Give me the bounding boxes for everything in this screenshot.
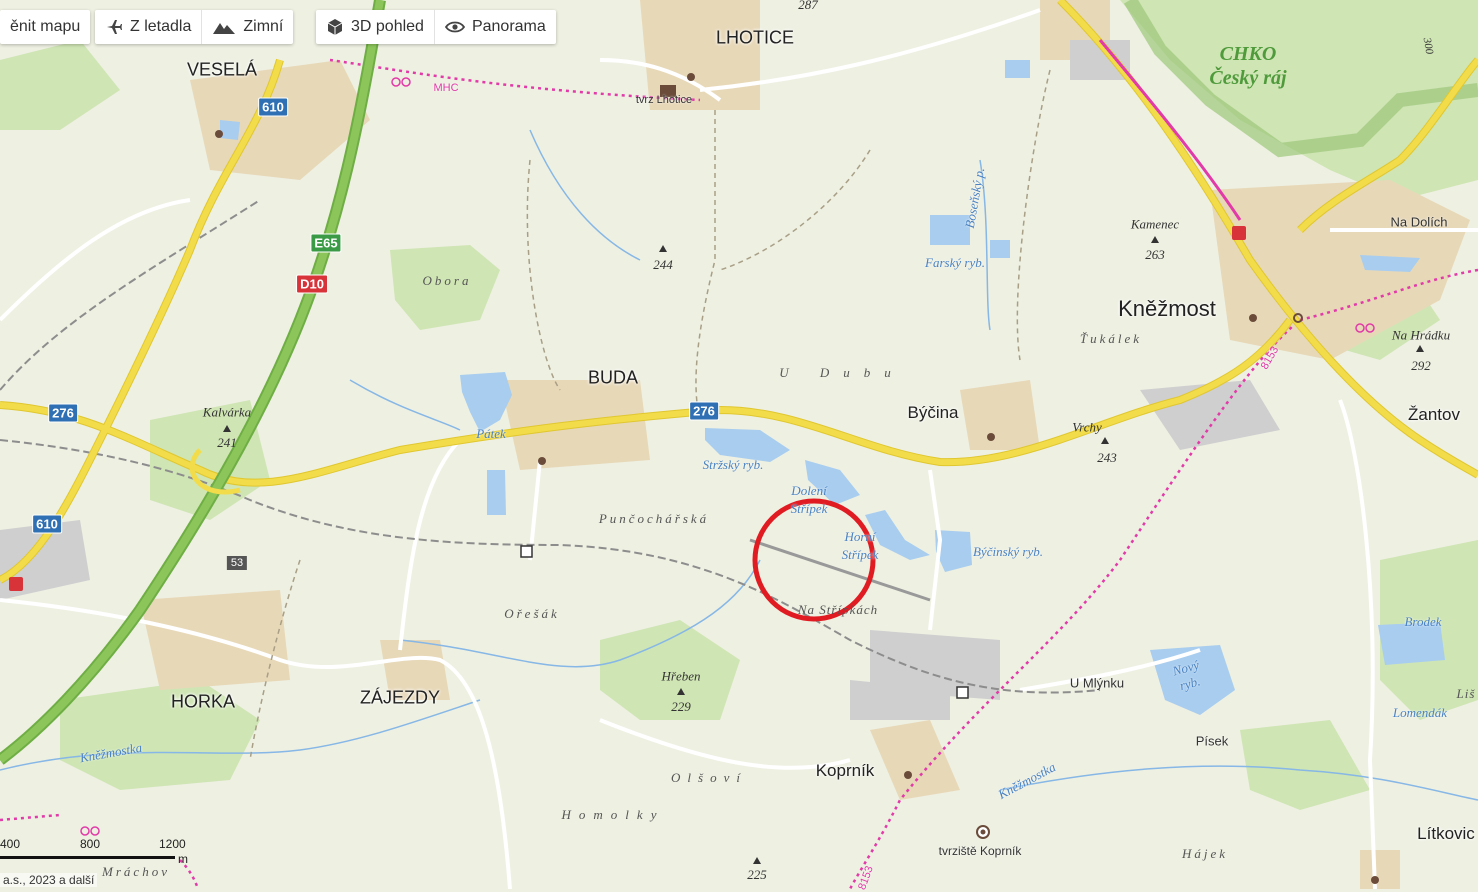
scale-1200: 1200 <box>159 837 186 851</box>
castle-site-dot <box>980 829 986 835</box>
place-knezmost: Kněžmost <box>1118 296 1216 321</box>
water-patek: Pátek <box>476 426 506 441</box>
elevation-244: 244 <box>653 257 673 272</box>
3d-view-button[interactable]: 3D pohled <box>316 10 435 44</box>
area-hajek: Hájek <box>1181 846 1229 861</box>
peak-na-hradku: Na Hrádku <box>1391 327 1451 343</box>
peak-vrchy: Vrchy <box>1072 419 1102 435</box>
railway-crossing-53: 53 <box>226 556 248 570</box>
peak-kalvarka: Kalvárka <box>202 404 252 420</box>
place-buda: BUDA <box>587 367 639 388</box>
place-litkovice: Lítkovic <box>1417 824 1475 843</box>
road-shield-276: 276 <box>48 403 78 423</box>
elevation-225: 225 <box>747 867 767 882</box>
area-puncocharska: Punčochářská <box>598 511 710 526</box>
view-toolbar: 3D pohled Panorama <box>316 10 556 44</box>
scale-800: 800 <box>80 837 101 851</box>
place-lhotice: LHOTICE <box>715 27 795 48</box>
winter-button[interactable]: Zimní <box>202 10 293 44</box>
contour-300: 300 <box>1420 36 1436 56</box>
peak-hreben: Hřeben <box>661 668 701 684</box>
elevation-kamenec: 263 <box>1145 247 1165 262</box>
water-doleni-line2: Střípek <box>790 501 828 516</box>
place-pisek: Písek <box>1195 733 1229 749</box>
airplane-icon <box>107 20 122 34</box>
water-brodek: Brodek <box>1404 614 1442 629</box>
water-farsky: Farský ryb. <box>925 255 985 270</box>
scale-unit: m <box>178 852 188 866</box>
panorama-label: Panorama <box>471 18 546 35</box>
poi-mhc[interactable]: MHC <box>433 82 458 94</box>
water-horni-line2: Střípek <box>841 547 879 562</box>
water-lomendak: Lomendák <box>1392 705 1448 720</box>
poi-tvrziste-koprnik[interactable]: tvrziště Koprník <box>939 844 1022 858</box>
map-layer-toolbar: Z letadla Zimní <box>95 10 294 44</box>
road-shield-e65: E65 <box>310 233 342 253</box>
crossing-marker <box>520 545 533 558</box>
map-type-toolbar-left: ěnit mapu <box>0 10 91 44</box>
place-bycina: Býčina <box>907 403 959 422</box>
place-horka: HORKA <box>170 691 236 712</box>
elevation-kalvarka: 241 <box>217 435 237 450</box>
water-strzsky: Stržský ryb. <box>702 457 764 472</box>
water-doleni-line1: Dolení <box>791 483 827 498</box>
area-oresak: Ořešák <box>504 606 560 621</box>
chko-line1: CHKO <box>1219 43 1277 65</box>
panorama-button[interactable]: Panorama <box>435 10 556 44</box>
water-horni-line1: Horní <box>844 529 876 544</box>
area-u-dubu: U Dubu <box>779 365 905 380</box>
area-tukalek: Ťukálek <box>1079 331 1143 346</box>
place-u-mlynku: U Mlýnku <box>1069 675 1125 691</box>
3d-view-label: 3D pohled <box>351 18 424 35</box>
place-na-dolich: Na Dolích <box>1390 214 1448 230</box>
water-horni-stripek: Horní Střípek <box>842 528 879 564</box>
area-homolky: Homolky <box>561 807 665 822</box>
aerial-button[interactable]: Z letadla <box>95 10 203 44</box>
water-doleni-stripek: Dolení Střípek <box>791 482 828 518</box>
elevation-na-hradku: 292 <box>1411 358 1431 373</box>
elevation-vrchy: 243 <box>1097 450 1117 465</box>
chko-line2: Český ráj <box>1209 67 1287 89</box>
aerial-label: Z letadla <box>130 18 192 35</box>
road-shield-d10: D10 <box>296 274 328 294</box>
fuel-station-icon[interactable] <box>1232 226 1246 240</box>
crossing-marker <box>956 686 969 699</box>
place-zantov: Žantov <box>1408 405 1460 424</box>
area-lis: Liš <box>1456 686 1476 701</box>
elevation-287: 287 <box>798 0 818 12</box>
peak-kamenec: Kamenec <box>1130 216 1180 232</box>
area-obora: Obora <box>422 273 472 288</box>
road-shield-276: 276 <box>689 401 719 421</box>
change-map-button[interactable]: ěnit mapu <box>0 10 90 44</box>
poi-tvrz-lhotice[interactable]: tvrz Lhotice <box>636 94 692 106</box>
cube-icon <box>327 19 343 35</box>
chko-label: CHKO Český ráj <box>1209 42 1286 90</box>
mountain-icon <box>213 23 236 34</box>
place-vesela: VESELÁ <box>186 59 258 80</box>
area-na-stripkach: Na Střípkách <box>797 602 879 617</box>
place-zajezdy: ZÁJEZDY <box>359 687 441 708</box>
copyright-notice[interactable]: a.s., 2023 a další <box>0 873 98 887</box>
change-map-label: ěnit mapu <box>10 18 81 35</box>
road-shield-610: 610 <box>258 97 288 117</box>
scale-400: 400 <box>0 837 21 851</box>
eye-icon <box>444 21 465 33</box>
elevation-hreben: 229 <box>671 699 691 714</box>
fuel-station-icon[interactable] <box>9 577 23 591</box>
water-bycinsky: Býčinský ryb. <box>972 544 1044 559</box>
road-shield-610: 610 <box>32 514 62 534</box>
area-olsovi: Olšoví <box>671 770 747 785</box>
scale-line <box>0 856 175 859</box>
winter-label: Zimní <box>243 18 284 35</box>
place-koprnik: Koprník <box>815 761 875 780</box>
